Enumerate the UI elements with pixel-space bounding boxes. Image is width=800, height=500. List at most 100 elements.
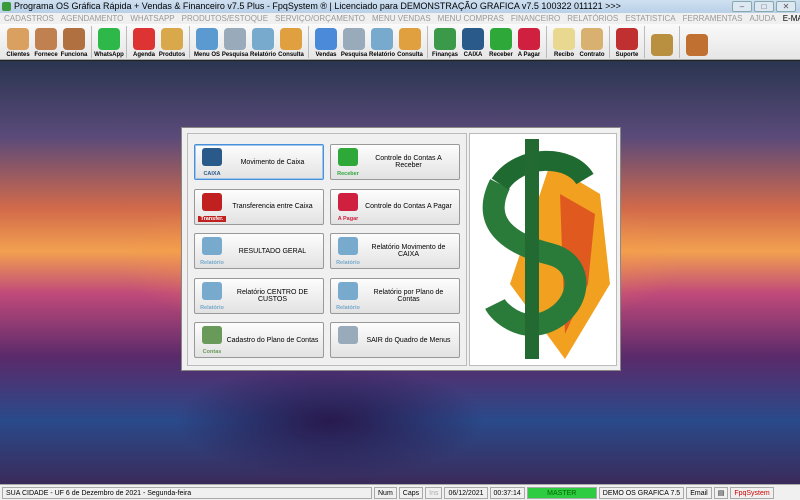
toolbar-label: Funciona: [60, 52, 88, 58]
button-label: SAIR do Quadro de Menus: [366, 336, 451, 344]
menu-button[interactable]: Relatório Relatório CENTRO DE CUSTOS: [194, 277, 324, 314]
status-num: Num: [374, 486, 397, 499]
button-icon: Relatório: [198, 236, 226, 266]
toolbar-label: Consulta: [397, 52, 423, 58]
status-ins: Ins: [425, 486, 443, 499]
button-icon: Transfer.: [198, 192, 226, 222]
toolbar-separator: [609, 25, 610, 58]
toolbar-button[interactable]: WhatsApp: [94, 25, 124, 59]
window-title: Programa OS Gráfica Rápida + Vendas & Fi…: [14, 1, 621, 11]
toolbar-button[interactable]: Pesquisa: [221, 25, 249, 59]
toolbar-button[interactable]: Recibo: [550, 25, 578, 59]
icon-caption: Relatório: [200, 304, 224, 311]
toolbar-icon: [581, 28, 603, 50]
title-bar: Programa OS Gráfica Rápida + Vendas & Fi…: [0, 0, 800, 13]
toolbar-label: Agenda: [132, 52, 155, 58]
toolbar-icon: [434, 28, 456, 50]
toolbar-separator: [679, 25, 680, 58]
menu-button[interactable]: CAIXA Movimento de Caixa: [194, 144, 324, 180]
status-brand[interactable]: FpqSystem: [730, 486, 774, 499]
toolbar-label: Finanças: [431, 52, 458, 58]
icon-caption: Transfer.: [198, 215, 226, 222]
toolbar-label: WhatsApp: [94, 52, 124, 58]
menu-item[interactable]: MENU VENDAS: [372, 13, 431, 24]
toolbar-label: Relatório: [249, 52, 276, 58]
menu-item[interactable]: ESTATISTICA: [625, 13, 675, 24]
menu-item[interactable]: AGENDAMENTO: [61, 13, 124, 24]
toolbar-button[interactable]: [648, 25, 676, 59]
toolbar-label: Clientes: [6, 52, 30, 58]
toolbar-button[interactable]: Clientes: [4, 25, 32, 59]
toolbar-button[interactable]: Suporte: [613, 25, 641, 59]
status-email[interactable]: Email: [686, 486, 712, 499]
toolbar-button[interactable]: Finanças: [431, 25, 459, 59]
toolbar-icon: [280, 28, 302, 50]
button-icon: Relatório: [198, 281, 226, 311]
toolbar-icon: [651, 34, 673, 56]
toolbar-button[interactable]: A Pagar: [515, 25, 543, 59]
toolbar-button[interactable]: Funciona: [60, 25, 88, 59]
menu-item[interactable]: CADASTROS: [4, 13, 54, 24]
menu-button[interactable]: SAIR do Quadro de Menus: [330, 322, 460, 358]
toolbar-button[interactable]: Relatório: [249, 25, 277, 59]
maximize-button[interactable]: □: [754, 1, 774, 12]
close-button[interactable]: ✕: [776, 1, 796, 12]
toolbar-button[interactable]: Receber: [487, 25, 515, 59]
toolbar-separator: [546, 25, 547, 58]
menu-button[interactable]: Relatório RESULTADO GERAL: [194, 233, 324, 269]
status-date: 06/12/2021: [444, 486, 488, 499]
icon-caption: Relatório: [336, 260, 360, 266]
toolbar-button[interactable]: Pesquisa: [340, 25, 368, 59]
button-icon: Relatório: [334, 236, 362, 266]
toolbar-icon: [616, 28, 638, 50]
toolbar-button[interactable]: Menu OS: [193, 25, 221, 59]
toolbar-button[interactable]: Relatório: [368, 25, 396, 59]
menu-button[interactable]: Receber Controle do Contas A Receber: [330, 144, 460, 180]
menu-button[interactable]: Contas Cadastro do Plano de Contas: [194, 322, 324, 358]
toolbar-button[interactable]: Vendas: [312, 25, 340, 59]
menu-item[interactable]: WHATSAPP: [130, 13, 174, 24]
toolbar-button[interactable]: CAIXA: [459, 25, 487, 59]
toolbar-button[interactable]: Fornece: [32, 25, 60, 59]
financeiro-menu-dialog: CAIXA Movimento de Caixa Receber Controle d…: [181, 127, 621, 371]
toolbar-button[interactable]: Contrato: [578, 25, 606, 59]
button-label: Relatório CENTRO DE CUSTOS: [236, 288, 309, 303]
menu-button[interactable]: Transfer. Transferencia entre Caixa: [194, 188, 324, 225]
minimize-button[interactable]: –: [732, 1, 752, 12]
toolbar-icon: [63, 28, 85, 50]
icon-caption: Relatório: [336, 304, 360, 311]
menu-item[interactable]: AJUDA: [749, 13, 775, 24]
menu-item[interactable]: FINANCEIRO: [511, 13, 560, 24]
menu-button[interactable]: A Pagar Controle do Contas A Pagar: [330, 188, 460, 225]
toolbar-separator: [91, 25, 92, 58]
status-bar: SUA CIDADE - UF 6 de Dezembro de 2021 - …: [0, 484, 800, 500]
toolbar-icon: [35, 28, 57, 50]
button-icon: Receber: [334, 147, 362, 177]
toolbar-button[interactable]: [683, 25, 711, 59]
toolbar-button[interactable]: Produtos: [158, 25, 186, 59]
menu-item[interactable]: SERVIÇO/ORÇAMENTO: [275, 13, 365, 24]
menu-item[interactable]: RELATÓRIOS: [567, 13, 618, 24]
menu-item[interactable]: MENU COMPRAS: [438, 13, 504, 24]
toolbar-label: Contrato: [579, 52, 605, 58]
toolbar-button[interactable]: Consulta: [396, 25, 424, 59]
toolbar-button[interactable]: Consulta: [277, 25, 305, 59]
toolbar-label: Vendas: [315, 52, 337, 58]
printer-icon[interactable]: ▤: [713, 486, 729, 499]
toolbar-label: Suporte: [615, 52, 639, 58]
toolbar-button[interactable]: Agenda: [130, 25, 158, 59]
icon-caption: Contas: [202, 349, 222, 355]
icon-caption: Receber: [337, 171, 359, 177]
button-label: Controle do Contas A Pagar: [365, 203, 452, 210]
toolbar-icon: [252, 28, 274, 50]
button-label: Movimento de Caixa: [240, 158, 305, 166]
menu-item[interactable]: E-MAIL: [783, 13, 800, 24]
menu-button[interactable]: Relatório Relatório por Plano de Contas: [330, 277, 460, 314]
button-icon: [334, 325, 362, 355]
menu-button[interactable]: Relatório Relatório Movimento de CAIXA: [330, 233, 460, 269]
menu-item[interactable]: FERRAMENTAS: [683, 13, 743, 24]
button-panel: CAIXA Movimento de Caixa Receber Controle d…: [187, 133, 467, 366]
toolbar-separator: [427, 25, 428, 58]
toolbar-icon: [686, 34, 708, 56]
menu-item[interactable]: PRODUTOS/ESTOQUE: [182, 13, 268, 24]
